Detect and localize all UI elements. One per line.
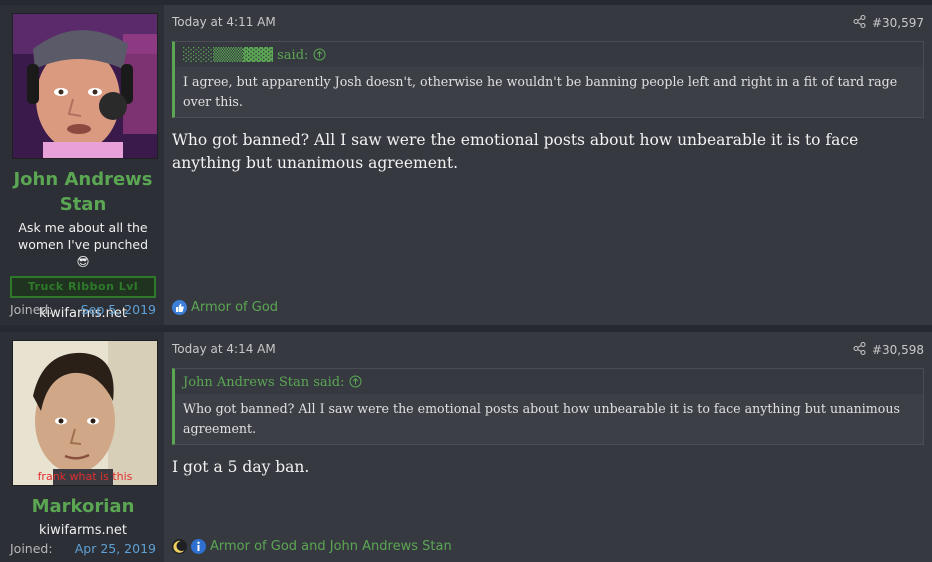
username[interactable]: John Andrews Stan — [10, 167, 156, 217]
joined-row: Joined: Apr 25, 2019 — [10, 541, 156, 556]
post-body: I got a 5 day ban. — [172, 458, 310, 476]
avatar[interactable]: frank what is this — [12, 340, 158, 486]
post-body: Who got banned? All I saw were the emoti… — [172, 131, 859, 172]
joined-row: Joined: Sep 5, 2019 — [10, 302, 156, 317]
arrow-up-circle-icon[interactable] — [313, 48, 326, 63]
joined-date: Sep 5, 2019 — [80, 302, 156, 317]
user-sidebar: John Andrews Stan Ask me about all the w… — [0, 5, 164, 325]
quote-author[interactable]: ░░░▒▒▒▓▓▓ said: — [183, 48, 308, 63]
post: John Andrews Stan Ask me about all the w… — [0, 5, 932, 325]
share-icon[interactable] — [853, 15, 866, 31]
quote-text: Who got banned? All I saw were the emoti… — [175, 394, 923, 444]
quote-header[interactable]: ░░░▒▒▒▓▓▓ said: — [175, 42, 923, 67]
joined-label: Joined: — [10, 541, 53, 556]
user-title: Ask me about all the women I've punched … — [17, 220, 149, 269]
quote-author[interactable]: John Andrews Stan said: — [183, 375, 345, 390]
thumbs-up-icon — [172, 300, 187, 315]
reactions-bar[interactable]: Armor of God and John Andrews Stan — [172, 539, 452, 554]
quote-header[interactable]: John Andrews Stan said: — [175, 369, 923, 394]
site-label: kiwifarms.net — [39, 523, 127, 538]
post-main: Today at 4:14 AM #30,598 John Andrews St… — [164, 332, 932, 562]
post-number[interactable]: #30,597 — [872, 16, 924, 30]
quote-text: I agree, but apparently Josh doesn't, ot… — [175, 67, 923, 117]
user-sidebar: frank what is this Markorian kiwifarms.n… — [0, 332, 164, 562]
avatar[interactable] — [12, 13, 158, 159]
reactions-bar[interactable]: Armor of God — [172, 300, 278, 315]
user-banner: Truck Ribbon Lvl — [10, 276, 156, 298]
joined-label: Joined: — [10, 302, 53, 317]
post-timestamp[interactable]: Today at 4:11 AM — [172, 15, 276, 31]
moon-icon — [172, 539, 187, 554]
post-meta: Today at 4:11 AM #30,597 — [172, 15, 924, 31]
reactions-text[interactable]: Armor of God — [191, 300, 278, 315]
post-main: Today at 4:11 AM #30,597 ░░░▒▒▒▓▓▓ said:… — [164, 5, 932, 325]
share-icon[interactable] — [853, 342, 866, 358]
reactions-text[interactable]: Armor of God and John Andrews Stan — [210, 539, 452, 554]
joined-date: Apr 25, 2019 — [74, 541, 156, 556]
post: frank what is this Markorian kiwifarms.n… — [0, 332, 932, 562]
arrow-up-circle-icon[interactable] — [349, 375, 362, 390]
quote-block: ░░░▒▒▒▓▓▓ said: I agree, but apparently … — [172, 41, 924, 118]
avatar-caption: frank what is this — [37, 470, 133, 483]
post-number[interactable]: #30,598 — [872, 343, 924, 357]
post-timestamp[interactable]: Today at 4:14 AM — [172, 342, 276, 358]
quote-block: John Andrews Stan said: Who got banned? … — [172, 368, 924, 445]
post-meta: Today at 4:14 AM #30,598 — [172, 342, 924, 358]
info-icon — [191, 539, 206, 554]
username[interactable]: Markorian — [10, 494, 156, 519]
